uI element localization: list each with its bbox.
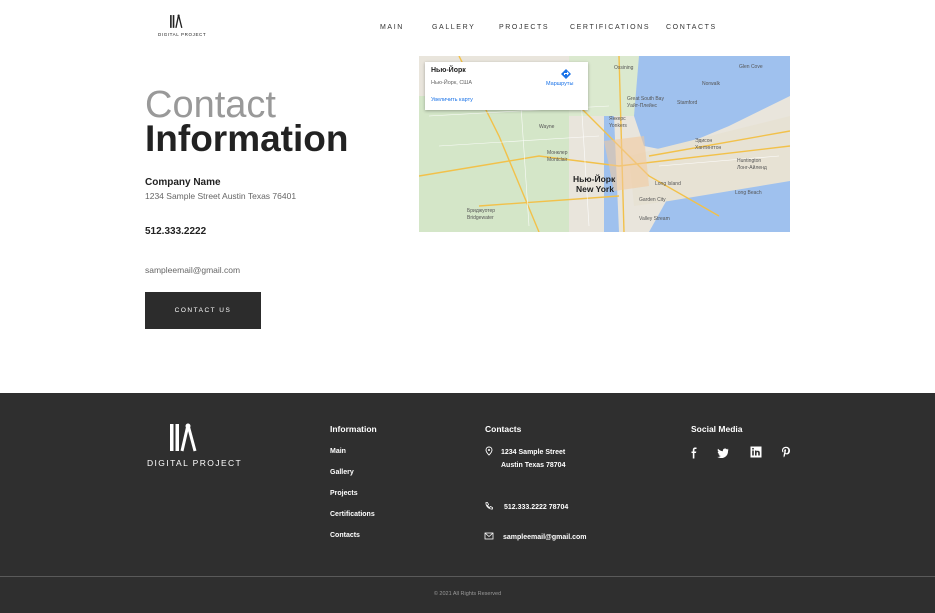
nav-projects[interactable]: PROJECTS	[499, 24, 549, 31]
page-title-bold: Information	[145, 118, 349, 159]
company-address: 1234 Sample Street Austin Texas 76401	[145, 191, 297, 201]
footer-link-certifications[interactable]: Certifications	[330, 511, 375, 518]
nav-main[interactable]: MAIN	[380, 24, 404, 31]
facebook-icon[interactable]	[688, 447, 700, 459]
footer-link-main[interactable]: Main	[330, 448, 346, 455]
map-city-label: Нью-Йорк	[573, 174, 616, 184]
location-pin-icon	[485, 446, 493, 456]
map-label: Great South Bay	[627, 96, 664, 102]
footer-phone[interactable]: 512.333.2222 78704	[504, 501, 568, 514]
map-label: Norwalk	[702, 81, 721, 87]
linkedin-icon[interactable]	[750, 446, 762, 458]
footer-link-contacts[interactable]: Contacts	[330, 532, 360, 539]
map-label: Stamford	[677, 100, 698, 106]
footer-logo[interactable]: DIGITAL PROJECT	[147, 423, 243, 471]
footer-link-projects[interactable]: Projects	[330, 490, 358, 497]
copyright-text: © 2021 All Rights Reserved	[433, 591, 502, 597]
map-label: Хантингтон	[695, 145, 722, 151]
footer-contacts-title: Contacts	[485, 424, 522, 434]
map-label: Valley Stream	[639, 216, 670, 222]
footer-information-title: Information	[330, 424, 377, 434]
main-nav: MAIN GALLERY PROJECTS CERTIFICATIONS CON…	[0, 24, 935, 34]
footer-email[interactable]: sampleemail@gmail.com	[503, 531, 586, 544]
map-label: Yonkers	[609, 123, 627, 129]
twitter-icon[interactable]	[717, 447, 729, 459]
company-phone: 512.333.2222	[145, 226, 207, 237]
directions-icon[interactable]	[560, 68, 572, 80]
mail-icon	[484, 532, 494, 540]
map-info-card: Нью-Йорк Нью-Йорк, США Увеличить карту М…	[425, 62, 588, 110]
map-place-name: Нью-Йорк	[431, 67, 466, 74]
footer-address-line1: 1234 Sample Street	[501, 449, 566, 456]
map-label: Long Beach	[735, 190, 762, 196]
map-label: Янкерс	[609, 116, 626, 122]
map-directions-link[interactable]: Маршруты	[546, 81, 573, 87]
map-city-label-en: New York	[576, 184, 614, 194]
phone-icon	[485, 502, 493, 510]
contact-us-button[interactable]: CONTACT US	[145, 292, 261, 329]
site-footer: DIGITAL PROJECT Information Main Gallery…	[0, 393, 935, 613]
map-label: Bridgewater	[467, 215, 494, 221]
nav-contacts[interactable]: CONTACTS	[666, 24, 717, 31]
map-label: Huntington	[737, 158, 762, 164]
map-label: Бриджуотер	[467, 208, 496, 214]
map-label: Эдисон	[695, 138, 713, 144]
map-label: Уайт-Плейнс	[627, 103, 658, 109]
map-place-subtitle: Нью-Йорк, США	[431, 80, 473, 86]
footer-divider	[0, 576, 935, 577]
footer-link-gallery[interactable]: Gallery	[330, 469, 354, 476]
map-label: Ossining	[614, 65, 634, 71]
company-email: sampleemail@gmail.com	[145, 265, 241, 275]
nav-certifications[interactable]: CERTIFICATIONS	[570, 24, 650, 31]
company-name: Company Name	[145, 177, 221, 188]
compass-logo-icon	[170, 423, 197, 452]
map-label: Лонг-Айленд	[737, 165, 767, 171]
map-label: Монклер	[547, 150, 568, 156]
map-label: Long Island	[655, 181, 681, 187]
footer-social-title: Social Media	[691, 424, 743, 434]
map-label: Glen Cove	[739, 64, 763, 70]
footer-logo-wordmark: DIGITAL PROJECT	[147, 458, 243, 468]
map-label: Garden City	[639, 197, 666, 203]
footer-address-line2: Austin Texas 78704	[501, 462, 566, 469]
embedded-map[interactable]: Нью-Йорк Нью-Йорк, США Увеличить карту М…	[419, 56, 790, 232]
map-zoom-link[interactable]: Увеличить карту	[431, 97, 473, 103]
map-label: Montclair	[547, 157, 568, 163]
pinterest-icon[interactable]	[780, 446, 792, 458]
map-label: Wayne	[539, 124, 555, 130]
nav-gallery[interactable]: GALLERY	[432, 24, 475, 31]
